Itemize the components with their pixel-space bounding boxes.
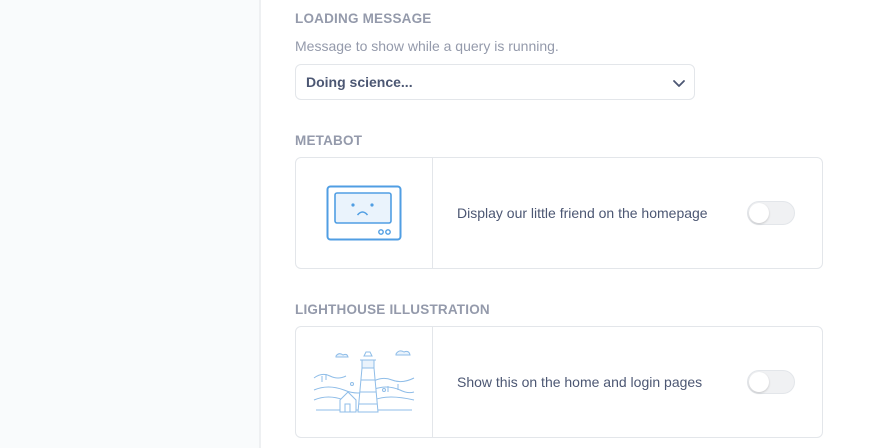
- metabot-setting-label: Display our little friend on the homepag…: [457, 205, 708, 221]
- lighthouse-toggle-knob: [749, 372, 769, 392]
- lighthouse-card: Show this on the home and login pages: [295, 326, 823, 438]
- loading-message-title: LOADING MESSAGE: [295, 11, 432, 26]
- metabot-illustration: [326, 185, 402, 241]
- metabot-title: METABOT: [295, 133, 363, 148]
- metabot-toggle[interactable]: [747, 201, 795, 225]
- loading-message-select[interactable]: Doing science...: [295, 64, 695, 100]
- loading-message-select-value: Doing science...: [306, 74, 413, 90]
- lighthouse-toggle[interactable]: [747, 370, 795, 394]
- lighthouse-title: LIGHTHOUSE ILLUSTRATION: [295, 302, 490, 317]
- metabot-toggle-knob: [749, 203, 769, 223]
- lighthouse-setting-label: Show this on the home and login pages: [457, 374, 703, 390]
- loading-message-description: Message to show while a query is running…: [295, 38, 559, 54]
- settings-sidebar: [0, 0, 261, 448]
- lighthouse-illustration-panel: [296, 327, 433, 437]
- chevron-down-icon: [673, 80, 685, 87]
- metabot-card: Display our little friend on the homepag…: [295, 157, 823, 269]
- metabot-illustration-panel: [296, 158, 433, 268]
- lighthouse-illustration: [313, 350, 415, 413]
